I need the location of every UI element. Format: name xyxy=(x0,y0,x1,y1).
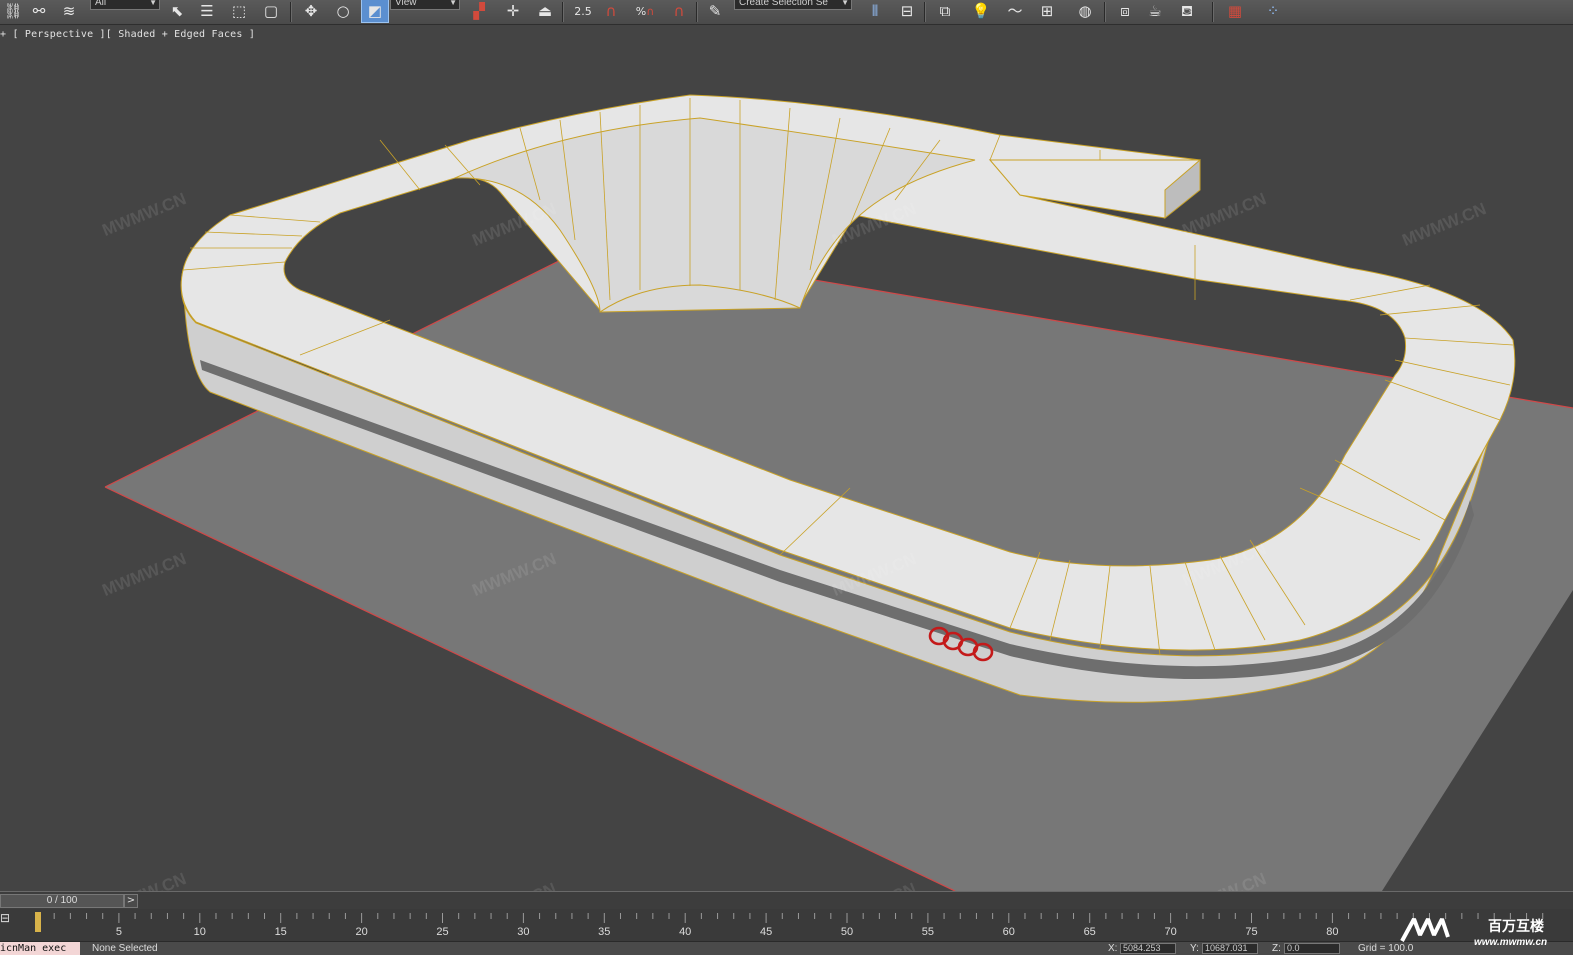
z-coordinate-field[interactable]: 0.0 xyxy=(1284,943,1340,954)
scene-canvas[interactable] xyxy=(0,25,1573,891)
current-frame-marker[interactable] xyxy=(35,912,41,932)
ruler-tick-label: 5 xyxy=(116,926,122,938)
link-icon[interactable]: ⛓ xyxy=(0,0,26,22)
z-label: Z: xyxy=(1272,943,1281,954)
rectangular-selection-icon[interactable]: ⬚ xyxy=(226,0,252,22)
x-label: X: xyxy=(1108,943,1118,954)
y-coordinate-field[interactable]: 10687.031 xyxy=(1202,943,1258,954)
ruler-tick-label: 45 xyxy=(760,926,772,938)
schematic-view-icon[interactable]: ⊞ xyxy=(1034,0,1060,22)
render-setup-icon[interactable]: ⧈ xyxy=(1112,0,1138,22)
scene-explorer-icon[interactable]: 💡 xyxy=(968,0,994,22)
material-editor-icon[interactable]: ◍ xyxy=(1072,0,1098,22)
window-crossing-icon[interactable]: ▢ xyxy=(258,0,284,22)
select-object-icon[interactable]: ⬉ xyxy=(164,0,190,22)
select-by-name-icon[interactable]: ☰ xyxy=(194,0,220,22)
ruler-tick-label: 25 xyxy=(436,926,448,938)
ruler-tick-label: 40 xyxy=(679,926,691,938)
select-and-rotate-icon[interactable]: ○ xyxy=(330,0,356,22)
selection-filter-dropdown[interactable]: All ▼ xyxy=(90,0,160,10)
ribbon-toggle-icon[interactable]: ▦ xyxy=(1222,0,1248,22)
ruler-tick-label: 20 xyxy=(355,926,367,938)
track-bar[interactable]: ⊟ 5 10 15 20 25 30 35 40 45 50 55 60 65 70 75 80 xyxy=(0,909,1573,941)
curve-editor-icon[interactable]: 〜 xyxy=(1002,0,1028,22)
site-logo: 百万互楼 www.mwmw.cn xyxy=(1400,918,1547,948)
percent-snap-label: % xyxy=(635,4,647,18)
ruler-tick-label: 55 xyxy=(922,926,934,938)
bind-space-warp-icon[interactable]: ≋ xyxy=(56,0,82,22)
percent-snap-icon[interactable]: % ∩ xyxy=(632,0,658,22)
unlink-icon[interactable]: ⚯ xyxy=(26,0,52,22)
perspective-viewport[interactable]: + [ Perspective ][ Shaded + Edged Faces … xyxy=(0,25,1573,930)
select-and-manipulate-icon[interactable]: ✛ xyxy=(500,0,526,22)
select-and-move-icon[interactable]: ✥ xyxy=(298,0,324,22)
main-toolbar: ⛓ ⚯ ≋ All ▼ ⬉ ☰ ⬚ ▢ ✥ ○ ◩ View ▼ ▞ ✛ ⏏ 2… xyxy=(0,0,1573,25)
toolbar-separator xyxy=(290,2,292,22)
toolbar-separator xyxy=(562,2,564,22)
toolbar-separator xyxy=(696,2,698,22)
pivot-center-icon[interactable]: ▞ xyxy=(466,0,492,22)
edit-named-selection-icon[interactable]: ✎ xyxy=(702,0,728,22)
toolbar-separator xyxy=(1104,2,1106,22)
rendered-frame-window-icon[interactable]: ☕ xyxy=(1142,0,1168,22)
brand-chinese: 百万互楼 xyxy=(1488,918,1544,934)
named-selection-sets-dropdown[interactable]: Create Selection Se ▼ xyxy=(734,0,852,10)
ruler-tick-label: 50 xyxy=(841,926,853,938)
viewport-label[interactable]: + [ Perspective ][ Shaded + Edged Faces … xyxy=(0,29,255,40)
next-frame-button[interactable]: > xyxy=(124,894,138,908)
named-selection-placeholder: Create Selection Se xyxy=(739,0,828,8)
y-label: Y: xyxy=(1190,943,1199,954)
chevron-down-icon: ▼ xyxy=(149,0,157,7)
angle-snap-label: 2.5 xyxy=(574,4,592,18)
mirror-icon[interactable]: ⫴ xyxy=(862,0,888,22)
time-slider[interactable]: 0 / 100 xyxy=(0,894,124,908)
x-coordinate-field[interactable]: 5084.253 xyxy=(1120,943,1176,954)
ruler-tick-label: 30 xyxy=(517,926,529,938)
frame-counter: 0 / 100 xyxy=(46,895,78,906)
snaps-toggle-icon[interactable]: 2.5 xyxy=(570,0,596,22)
toolbar-separator xyxy=(924,2,926,22)
mini-curve-editor-icon[interactable]: ⊟ xyxy=(0,911,14,927)
keyboard-shortcut-override-icon[interactable]: ⏏ xyxy=(532,0,558,22)
ruler-tick-label: 60 xyxy=(1003,926,1015,938)
frame-ruler[interactable]: 5 10 15 20 25 30 35 40 45 50 55 60 65 70 75 80 xyxy=(14,909,1554,941)
chevron-down-icon: ▼ xyxy=(841,0,849,7)
render-production-icon[interactable]: ⛾ xyxy=(1174,0,1200,22)
ruler-tick-label: 10 xyxy=(194,926,206,938)
selection-status: None Selected xyxy=(92,943,158,954)
status-bar: icnMan exec None Selected X: 5084.253 Y:… xyxy=(0,941,1573,955)
ruler-tick-label: 35 xyxy=(598,926,610,938)
toolbar-separator xyxy=(1212,2,1214,22)
spinner-snap-icon[interactable]: ∩ xyxy=(666,0,692,22)
angle-snap-icon[interactable]: ∩ xyxy=(598,0,624,22)
ruler-tick-label: 80 xyxy=(1326,926,1338,938)
maxscript-listener[interactable]: icnMan exec xyxy=(0,942,80,955)
ruler-tick-label: 65 xyxy=(1084,926,1096,938)
particle-view-icon[interactable]: ⁘ xyxy=(1260,0,1286,22)
align-icon[interactable]: ⊟ xyxy=(894,0,920,22)
brand-site: www.mwmw.cn xyxy=(1474,937,1547,948)
select-and-scale-icon[interactable]: ◩ xyxy=(361,0,389,23)
selection-filter-value: All xyxy=(95,0,107,8)
time-slider-bar: 0 / 100 > xyxy=(0,891,1573,910)
ruler-tick-label: 70 xyxy=(1164,926,1176,938)
ruler-tick-label: 75 xyxy=(1245,926,1257,938)
reference-coordinate-dropdown[interactable]: View ▼ xyxy=(390,0,460,10)
chevron-down-icon: ▼ xyxy=(449,0,457,7)
ruler-tick-label: 15 xyxy=(275,926,287,938)
reference-coordinate-value: View xyxy=(395,0,417,8)
layer-manager-icon[interactable]: ⧉ xyxy=(932,0,958,22)
